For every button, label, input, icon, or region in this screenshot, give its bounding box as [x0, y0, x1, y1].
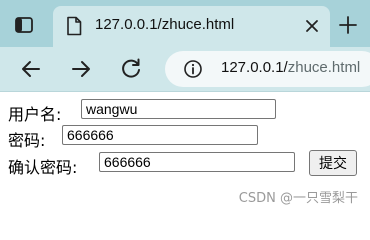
page-content: 用户名: 密码: 确认密码: 提交 CSDN @一只雪梨干: [0, 92, 370, 216]
username-label: 用户名:: [8, 105, 62, 124]
url-text: 127.0.0.1/zhuce.html: [221, 59, 360, 76]
tab-strip: 127.0.0.1/zhuce.html: [0, 0, 370, 47]
info-icon[interactable]: [183, 59, 203, 79]
url-host: 127.0.0.1/: [221, 59, 288, 76]
url-path: zhuce.html: [287, 59, 361, 76]
sidebar-toggle-icon[interactable]: [13, 14, 35, 36]
tab-title: 127.0.0.1/zhuce.html: [95, 16, 235, 33]
plus-icon[interactable]: [337, 14, 359, 36]
address-bar[interactable]: 127.0.0.1/zhuce.html: [165, 51, 370, 87]
password-label: 密码:: [8, 131, 46, 150]
watermark: CSDN @一只雪梨干: [238, 191, 358, 206]
document-icon: [65, 16, 83, 36]
confirm-password-input[interactable]: [99, 152, 295, 172]
submit-button[interactable]: 提交: [309, 150, 357, 176]
back-arrow-icon[interactable]: [18, 56, 44, 82]
forward-arrow-icon[interactable]: [68, 56, 94, 82]
confirm-password-label: 确认密码:: [8, 158, 78, 177]
password-input[interactable]: [62, 125, 258, 145]
username-input[interactable]: [81, 99, 276, 119]
close-icon[interactable]: [302, 16, 322, 36]
reload-icon[interactable]: [118, 56, 144, 82]
browser-tab[interactable]: 127.0.0.1/zhuce.html: [53, 6, 330, 47]
confirm-row: 确认密码: 提交: [8, 150, 358, 177]
browser-toolbar: 127.0.0.1/zhuce.html: [0, 47, 370, 92]
